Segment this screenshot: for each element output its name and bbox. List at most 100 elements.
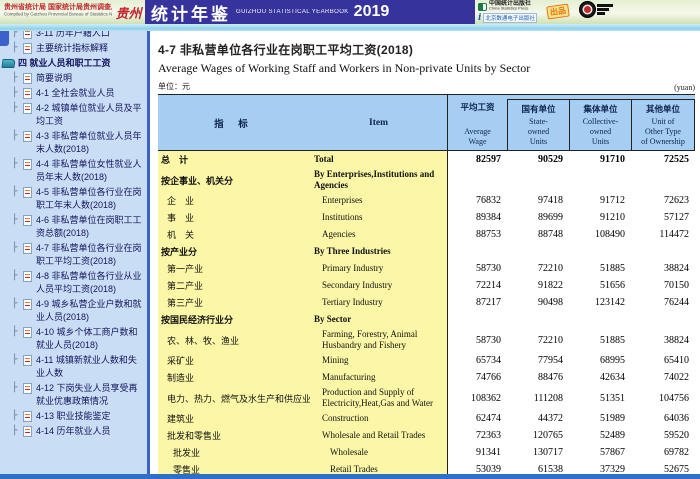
publisher-block: 中国统计出版社 China Statistics Press i 北京数通电子出…	[475, 0, 595, 24]
document-icon	[23, 43, 32, 54]
sidebar-item[interactable]: ├4-5 非私营单位各行业在岗职工年末人数(2018)	[2, 186, 145, 212]
table-row: 企 业Enterprises76832974189171272623	[158, 192, 695, 209]
sidebar-item[interactable]: ├4-14 历年就业人员	[2, 425, 145, 438]
cell-other-units: 74022	[631, 369, 695, 386]
tree-branch-icon: ├	[12, 298, 22, 310]
row-indicator-cn: 采矿业	[158, 352, 310, 369]
sidebar-item[interactable]: ├4-6 非私营单位在岗职工工资总额(2018)	[2, 214, 145, 240]
sidebar-item-label: 4-10 城乡个体工商户数和就业人员(2018)	[36, 326, 145, 352]
row-indicator-en: Enterprises	[310, 192, 448, 209]
table-row: 建筑业Construction62474443725198964036	[158, 410, 695, 427]
tree-branch-icon: ├	[12, 31, 22, 39]
sidebar-item-label: 4-8 非私营单位各行业从业人员平均工资(2018)	[36, 270, 145, 296]
document-icon	[23, 355, 32, 366]
row-indicator-en: Primary Industry	[310, 260, 448, 277]
col-header-collective-cn: 集体单位	[583, 103, 617, 115]
agency-block: 贵州省统计局 国家统计局贵州调查总队 编 Compiled by Guizhou…	[0, 0, 112, 24]
document-icon	[23, 299, 32, 310]
cell-average-wage	[448, 311, 507, 328]
cell-average-wage: 58730	[448, 328, 507, 352]
sidebar-item-label: 简要说明	[36, 72, 145, 85]
cell-other-units: 38824	[631, 260, 695, 277]
page-subtitle: Average Wages of Working Staff and Worke…	[158, 61, 695, 76]
bottom-border-strip	[0, 474, 700, 479]
cell-state-owned: 61538	[507, 461, 569, 474]
cell-average-wage	[448, 168, 507, 192]
table-row: 第一产业Primary Industry58730722105188538824	[158, 260, 695, 277]
table-row: 机 关Agencies8875388748108490114472	[158, 226, 695, 243]
cell-other-units: 52675	[631, 461, 695, 474]
sidebar-item-label: 4-6 非私营单位在岗职工工资总额(2018)	[36, 214, 145, 240]
cell-other-units: 57127	[631, 209, 695, 226]
sidebar-item[interactable]: ├4-4 非私营单位女性就业人员年末人数(2018)	[2, 158, 145, 184]
cell-collective-owned	[569, 311, 631, 328]
col-header-other-en: Unit of Other Type of Ownership	[641, 117, 685, 147]
col-header-state-en: State- owned Units	[528, 117, 549, 147]
col-header-collective-en: Collective- owned Units	[583, 117, 619, 147]
yearbook-banner: 统计年鉴 GUIZHOU STATISTICAL YEARBOOK 2019	[145, 0, 475, 24]
sidebar-item[interactable]: ├ 4-10 城乡个体工商户数和就业人员(2018)	[2, 326, 145, 352]
document-icon	[23, 426, 32, 437]
col-header-item: Item	[310, 95, 448, 150]
sidebar-chapter-item[interactable]: 四 就业人员和职工工资	[2, 57, 145, 70]
cell-collective-owned: 51989	[569, 410, 631, 427]
col-header-state-cn: 国有单位	[521, 103, 555, 115]
tree-branch-icon: ├	[12, 42, 22, 54]
sidebar-item[interactable]: ├4-1 全社会就业人员	[2, 87, 145, 100]
cell-state-owned: 72210	[507, 328, 569, 352]
cell-state-owned: 130717	[507, 444, 569, 461]
agency-line-en: Compiled by Guizhou Provincial Bureau of…	[4, 12, 101, 17]
sidebar-item[interactable]: ├4-7 非私营单位各行业在岗职工平均工资(2018)	[2, 242, 145, 268]
sidebar-item[interactable]: ├主要统计指标解释	[2, 42, 145, 55]
table-row: 按企事业、机关分By Enterprises,Institutions and …	[158, 168, 695, 192]
table-row: 事 业Institutions89384896999121057127	[158, 209, 695, 226]
cell-collective-owned: 91712	[569, 192, 631, 209]
row-indicator-cn: 第一产业	[158, 260, 310, 277]
cell-state-owned: 91822	[507, 277, 569, 294]
sidebar-scroll-button[interactable]	[0, 31, 9, 46]
seal-icon	[579, 1, 596, 18]
sidebar-item[interactable]: ├简要说明	[2, 72, 145, 85]
sidebar-item-label: 3-11 历年户籍人口	[36, 31, 145, 40]
cell-collective-owned: 51885	[569, 328, 631, 352]
sidebar-item[interactable]: ├4-13 职业技能鉴定	[2, 410, 145, 423]
cell-other-units: 64036	[631, 410, 695, 427]
cell-state-owned	[507, 168, 569, 192]
cell-other-units	[631, 311, 695, 328]
press-seal	[579, 1, 613, 18]
sidebar-item[interactable]: ├ 3-11 历年户籍人口	[2, 31, 145, 40]
sidebar-item[interactable]: ├4-3 非私营单位就业人员年末人数(2018)	[2, 130, 145, 156]
row-indicator-en: Wholesale	[310, 444, 448, 461]
sidebar-item-label: 四 就业人员和职工工资	[18, 57, 145, 70]
row-indicator-cn: 按产业分	[158, 243, 310, 260]
table-row: 总 计Total82597905299171072525	[158, 151, 695, 168]
sidebar-item[interactable]: ├4-9 城乡私营企业户数和就业人员(2018)	[2, 298, 145, 324]
document-icon	[23, 383, 32, 394]
cell-collective-owned: 51351	[569, 386, 631, 410]
sidebar-item[interactable]: ├4-8 非私营单位各行业从业人员平均工资(2018)	[2, 270, 145, 296]
row-indicator-en: Manufacturing	[310, 369, 448, 386]
cell-average-wage: 65734	[448, 352, 507, 369]
cell-state-owned: 44372	[507, 410, 569, 427]
cell-state-owned: 120765	[507, 427, 569, 444]
cell-average-wage: 82597	[448, 151, 507, 168]
document-icon	[23, 327, 32, 338]
col-header-other-cn: 其他单位	[646, 103, 680, 115]
sidebar-nav[interactable]: ├3-11 历年户籍人口├主要统计指标解释四 就业人员和职工工资├简要说明├4-…	[0, 31, 150, 474]
row-indicator-en: Total	[310, 151, 448, 168]
sidebar-item-label: 4-11 城镇新就业人数和失业人数	[36, 354, 145, 380]
sidebar-item[interactable]: ├4-2 城镇单位就业人员及平均工资	[2, 102, 145, 128]
sidebar-item-label: 4-7 非私营单位各行业在岗职工平均工资(2018)	[36, 242, 145, 268]
row-indicator-cn: 第三产业	[158, 294, 310, 311]
cell-collective-owned: 123142	[569, 294, 631, 311]
cell-collective-owned: 51885	[569, 260, 631, 277]
sidebar-item[interactable]: ├4-11 城镇新就业人数和失业人数	[2, 354, 145, 380]
tree-branch-icon: ├	[12, 326, 22, 338]
sidebar-item[interactable]: ├4-12 下岗失业人员享受再就业优惠政策情况	[2, 382, 145, 408]
cell-collective-owned	[569, 168, 631, 192]
tree-branch-icon: ├	[12, 130, 22, 142]
yearbook-subtitle: GUIZHOU STATISTICAL YEARBOOK	[236, 9, 349, 15]
col-header-indicator: 指 标	[158, 95, 310, 150]
main-panel: 4-7 非私营单位各行业在岗职工平均工资(2018) Average Wages…	[150, 31, 700, 474]
table-row: 第三产业Tertiary Industry8721790498123142762…	[158, 294, 695, 311]
